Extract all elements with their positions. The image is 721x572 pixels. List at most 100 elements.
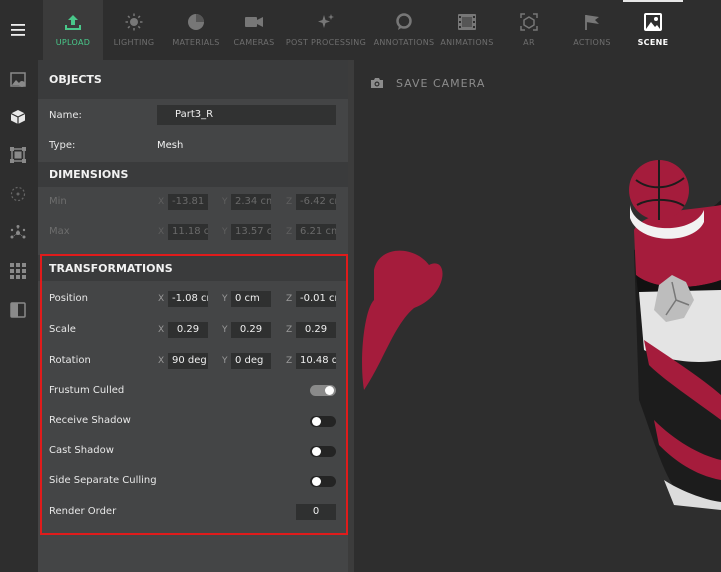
axis-y: Y	[222, 325, 228, 335]
receive-shadow-row: Receive Shadow	[38, 406, 348, 436]
top-toolbar: UPLOAD LIGHTING MATERIALS CAMERAS POST P…	[0, 0, 721, 60]
rotation-y-input[interactable]: 0 deg	[231, 353, 271, 369]
red-fragment	[362, 250, 443, 390]
max-row: Max X 11.18 cm Y 13.57 cm Z 6.21 cm	[38, 217, 348, 247]
min-label: Min	[49, 196, 67, 207]
scale-x-input[interactable]: 0.29	[168, 322, 208, 338]
name-label: Name:	[49, 110, 82, 121]
axis-x: X	[158, 294, 165, 304]
image-settings-icon[interactable]	[8, 70, 28, 90]
cast-shadow-row: Cast Shadow	[38, 436, 348, 466]
rotation-label: Rotation	[49, 355, 91, 366]
position-x-input[interactable]: -1.08 cm	[168, 291, 208, 307]
left-tool-bar	[0, 60, 38, 572]
sparkles-icon	[315, 11, 337, 33]
tab-label: LIGHTING	[113, 38, 155, 47]
render-order-input[interactable]: 0	[296, 504, 336, 520]
tab-annotations[interactable]: ANNOTATIONS	[371, 0, 437, 60]
min-z-field: -6.42 cm	[296, 194, 336, 210]
max-z-field: 6.21 cm	[296, 224, 336, 240]
ar-cube-icon	[518, 11, 540, 33]
materials-icon	[185, 11, 207, 33]
max-label: Max	[49, 226, 70, 237]
frustum-culled-toggle[interactable]	[310, 385, 336, 396]
annotation-icon	[393, 11, 415, 33]
rotation-z-input[interactable]: 10.48 deg	[296, 353, 336, 369]
rotation-x-input[interactable]: 90 deg	[168, 353, 208, 369]
sun-icon	[123, 11, 145, 33]
object-name-input[interactable]: Part3_R	[157, 105, 336, 125]
object-cube-icon[interactable]	[8, 107, 28, 127]
position-label: Position	[49, 293, 88, 304]
position-row: Position X -1.08 cm Y 0 cm Z -0.01 cm	[38, 283, 348, 314]
tab-label: ACTIONS	[573, 38, 611, 47]
type-row: Type: Mesh	[38, 132, 348, 160]
axis-x: X	[158, 356, 165, 366]
tab-ar[interactable]: AR	[497, 0, 561, 60]
type-value: Mesh	[157, 140, 184, 151]
frustum-culled-label: Frustum Culled	[49, 385, 125, 396]
tab-actions[interactable]: ACTIONS	[561, 0, 623, 60]
transformations-section-header: TRANSFORMATIONS	[38, 255, 348, 281]
tab-lighting[interactable]: LIGHTING	[103, 0, 165, 60]
toggle-knob	[312, 417, 321, 426]
film-icon	[456, 11, 478, 33]
nodes-icon[interactable]	[8, 223, 28, 243]
objects-section-header: OBJECTS	[38, 60, 348, 99]
scale-z-input[interactable]: 0.29	[296, 322, 336, 338]
min-x-field: -13.81 cm	[168, 194, 208, 210]
axis-x: X	[158, 197, 165, 207]
axis-x: X	[158, 227, 165, 237]
upload-icon	[62, 11, 84, 33]
tab-label: ANNOTATIONS	[373, 38, 435, 47]
pivot-icon[interactable]	[8, 184, 28, 204]
tab-upload[interactable]: UPLOAD	[43, 0, 103, 60]
axis-z: Z	[286, 294, 293, 304]
shoe	[629, 160, 721, 510]
axis-x: X	[158, 325, 165, 335]
shoe-model	[362, 160, 721, 510]
tab-label: POST PROCESSING	[285, 38, 367, 47]
side-separate-culling-label: Side Separate Culling	[49, 475, 157, 486]
frustum-culled-row: Frustum Culled	[38, 376, 348, 406]
tab-label: MATERIALS	[172, 38, 220, 47]
toggle-knob	[325, 386, 334, 395]
scale-label: Scale	[49, 324, 76, 335]
axis-y: Y	[222, 197, 228, 207]
tab-label: CAMERAS	[233, 38, 275, 47]
axis-z: Z	[286, 227, 293, 237]
hamburger-menu-icon[interactable]	[0, 0, 36, 60]
tab-animations[interactable]: ANIMATIONS	[437, 0, 497, 60]
bounding-box-icon[interactable]	[8, 145, 28, 165]
min-y-field: 2.34 cm	[231, 194, 271, 210]
position-z-input[interactable]: -0.01 cm	[296, 291, 336, 307]
axis-y: Y	[222, 227, 228, 237]
tab-label: AR	[523, 38, 535, 47]
min-row: Min X -13.81 cm Y 2.34 cm Z -6.42 cm	[38, 187, 348, 217]
axis-y: Y	[222, 294, 228, 304]
3d-viewport[interactable]: SAVE CAMERA	[354, 60, 721, 572]
axis-z: Z	[286, 356, 293, 366]
axis-y: Y	[222, 356, 228, 366]
receive-shadow-toggle[interactable]	[310, 416, 336, 427]
dimensions-section-header: DIMENSIONS	[38, 162, 348, 187]
scale-y-input[interactable]: 0.29	[231, 322, 271, 338]
axis-z: Z	[286, 197, 293, 207]
tab-cameras[interactable]: CAMERAS	[227, 0, 281, 60]
receive-shadow-label: Receive Shadow	[49, 415, 131, 426]
tab-materials[interactable]: MATERIALS	[165, 0, 227, 60]
rotation-row: Rotation X 90 deg Y 0 deg Z 10.48 deg	[38, 345, 348, 376]
toggle-knob	[312, 477, 321, 486]
flag-icon	[581, 11, 603, 33]
tab-scene[interactable]: SCENE	[623, 0, 683, 60]
grid-icon[interactable]	[8, 261, 28, 281]
tab-label: UPLOAD	[55, 38, 91, 47]
tab-post-processing[interactable]: POST PROCESSING	[281, 0, 371, 60]
cast-shadow-toggle[interactable]	[310, 446, 336, 457]
image-icon	[642, 11, 664, 33]
max-y-field: 13.57 cm	[231, 224, 271, 240]
camera-icon	[243, 11, 265, 33]
split-view-icon[interactable]	[8, 300, 28, 320]
side-separate-culling-toggle[interactable]	[310, 476, 336, 487]
position-y-input[interactable]: 0 cm	[231, 291, 271, 307]
